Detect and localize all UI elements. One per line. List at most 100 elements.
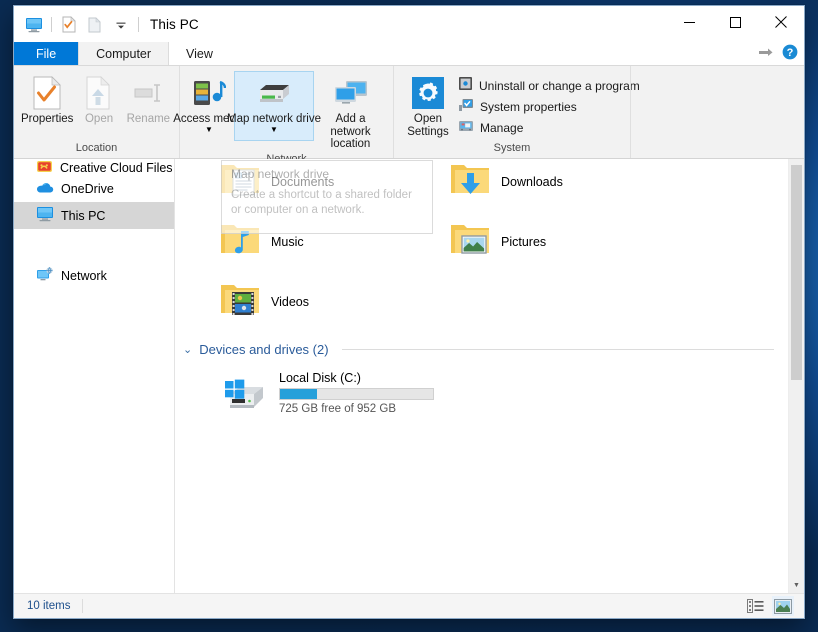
item-name: Videos [271, 295, 309, 309]
manage-icon [458, 118, 474, 138]
sidebar-item-label: Creative Cloud Files [60, 161, 173, 175]
sidebar-item-network[interactable]: Network [14, 262, 174, 289]
chevron-down-icon[interactable]: ⌄ [183, 343, 192, 356]
system-properties-button[interactable]: System properties [454, 96, 644, 117]
qat-separator-1 [51, 17, 52, 32]
tab-computer[interactable]: Computer [78, 42, 169, 65]
properties-icon[interactable] [56, 13, 82, 37]
sidebar-item-onedrive[interactable]: OneDrive [14, 175, 174, 202]
uninstall-program-button[interactable]: Uninstall or change a program [454, 75, 644, 96]
item-count-label: 10 items [14, 600, 70, 612]
item-name: Documents [271, 175, 334, 189]
list-item[interactable]: Videos [183, 272, 413, 332]
details-view-button[interactable] [744, 596, 766, 616]
open-settings-button[interactable]: Open Settings [402, 71, 454, 141]
ribbon-group-network: Access media ▼ [179, 66, 393, 158]
map-network-drive-dropdown-icon[interactable]: ▼ [270, 126, 278, 134]
item-name: Downloads [501, 175, 563, 189]
sidebar-item-this-pc[interactable]: This PC [14, 202, 174, 229]
desktop-background: This PC File Computer View [0, 0, 818, 632]
scrollbar-thumb[interactable] [791, 165, 802, 380]
creative-cloud-icon [36, 159, 53, 177]
map-network-drive-icon [253, 76, 295, 110]
ribbon-group-label-location: Location [14, 141, 179, 158]
sidebar-item-creative-cloud-files[interactable]: Creative Cloud Files [14, 159, 174, 175]
group-header-devices-and-drives[interactable]: ⌄ Devices and drives (2) [175, 338, 788, 360]
scroll-down-arrow[interactable]: ▼ [789, 577, 804, 593]
rename-label: Rename [127, 113, 170, 126]
view-mode-buttons [744, 596, 794, 616]
folders-grid: 3D Objects [175, 159, 788, 332]
file-list-rows: 3D Objects [175, 159, 788, 424]
quick-access-toolbar: This PC [14, 13, 199, 37]
folder-documents-icon [219, 161, 261, 203]
new-folder-icon[interactable] [82, 13, 108, 37]
group-header-label: Devices and drives (2) [199, 342, 328, 357]
this-pc-icon[interactable] [21, 13, 47, 37]
onedrive-icon [36, 181, 54, 197]
rename-button[interactable]: Rename [124, 71, 173, 141]
network-icon [36, 266, 54, 285]
system-properties-icon [458, 97, 474, 117]
access-media-dropdown-icon[interactable]: ▼ [205, 126, 213, 134]
list-item[interactable]: Downloads [413, 159, 643, 212]
open-label: Open [85, 113, 113, 126]
list-item[interactable]: Music [183, 212, 413, 272]
window-controls [666, 6, 804, 38]
uninstall-program-label: Uninstall or change a program [479, 79, 640, 93]
manage-label: Manage [480, 121, 523, 135]
uninstall-program-icon [458, 76, 473, 96]
tab-file[interactable]: File [14, 42, 78, 65]
item-name: Pictures [501, 235, 546, 249]
navigation-pane: Creative Cloud Files OneDrive [14, 159, 175, 593]
ribbon-group-label-system: System [394, 141, 630, 158]
folder-downloads-icon [449, 161, 491, 203]
drive-usage-bar [279, 388, 434, 400]
add-network-location-icon [332, 76, 370, 110]
drive-details: Local Disk (C:) 725 GB free of 952 GB [279, 371, 434, 415]
ribbon-tab-strip: File Computer View ? [14, 43, 804, 66]
properties-label: Properties [21, 113, 73, 126]
folder-videos-icon [219, 281, 261, 323]
maximize-button[interactable] [712, 6, 758, 38]
settings-gear-icon [411, 76, 445, 110]
drive-name: Local Disk (C:) [279, 371, 434, 385]
list-item[interactable]: Local Disk (C:) 725 GB free of 952 GB [183, 362, 483, 424]
rename-icon [132, 76, 164, 110]
help-icon[interactable]: ? [782, 44, 798, 65]
customize-dropdown-icon[interactable] [108, 13, 134, 37]
list-item[interactable]: Documents [183, 159, 413, 212]
this-pc-icon [36, 206, 54, 225]
ribbon: Properties Open [14, 66, 804, 159]
add-network-location-button[interactable]: Add a network location [314, 71, 387, 152]
open-button[interactable]: Open [74, 71, 123, 141]
ribbon-empty-area [630, 66, 804, 158]
ribbon-group-location: Properties Open [14, 66, 179, 158]
drive-free-space: 725 GB free of 952 GB [279, 403, 434, 415]
open-settings-label: Open Settings [402, 113, 454, 138]
group-header-rule [342, 349, 774, 350]
map-network-drive-button[interactable]: Map network drive ▼ [234, 71, 314, 141]
list-item[interactable]: Pictures [413, 212, 643, 272]
properties-icon [32, 76, 62, 110]
svg-text:?: ? [787, 47, 794, 59]
tab-view[interactable]: View [169, 42, 230, 65]
file-list-view[interactable]: 3D Objects [175, 159, 804, 593]
pin-ribbon-icon[interactable] [758, 45, 774, 64]
access-media-button[interactable]: Access media ▼ [184, 71, 234, 141]
window-title: This PC [150, 17, 199, 32]
sidebar-spacer [14, 229, 174, 262]
drive-usage-fill [280, 389, 317, 399]
ribbon-controls: ? [758, 44, 798, 65]
item-name: Music [271, 235, 304, 249]
vertical-scrollbar[interactable]: ▲ ▼ [788, 159, 804, 593]
large-icons-view-button[interactable] [772, 596, 794, 616]
close-button[interactable] [758, 6, 804, 38]
map-network-drive-label: Map network drive [227, 113, 321, 126]
properties-button[interactable]: Properties [20, 71, 74, 141]
folder-music-icon [219, 221, 261, 263]
manage-button[interactable]: Manage [454, 117, 644, 138]
minimize-button[interactable] [666, 6, 712, 38]
ribbon-group-system: Open Settings Uninstall or ch [393, 66, 630, 158]
folder-pictures-icon [449, 221, 491, 263]
